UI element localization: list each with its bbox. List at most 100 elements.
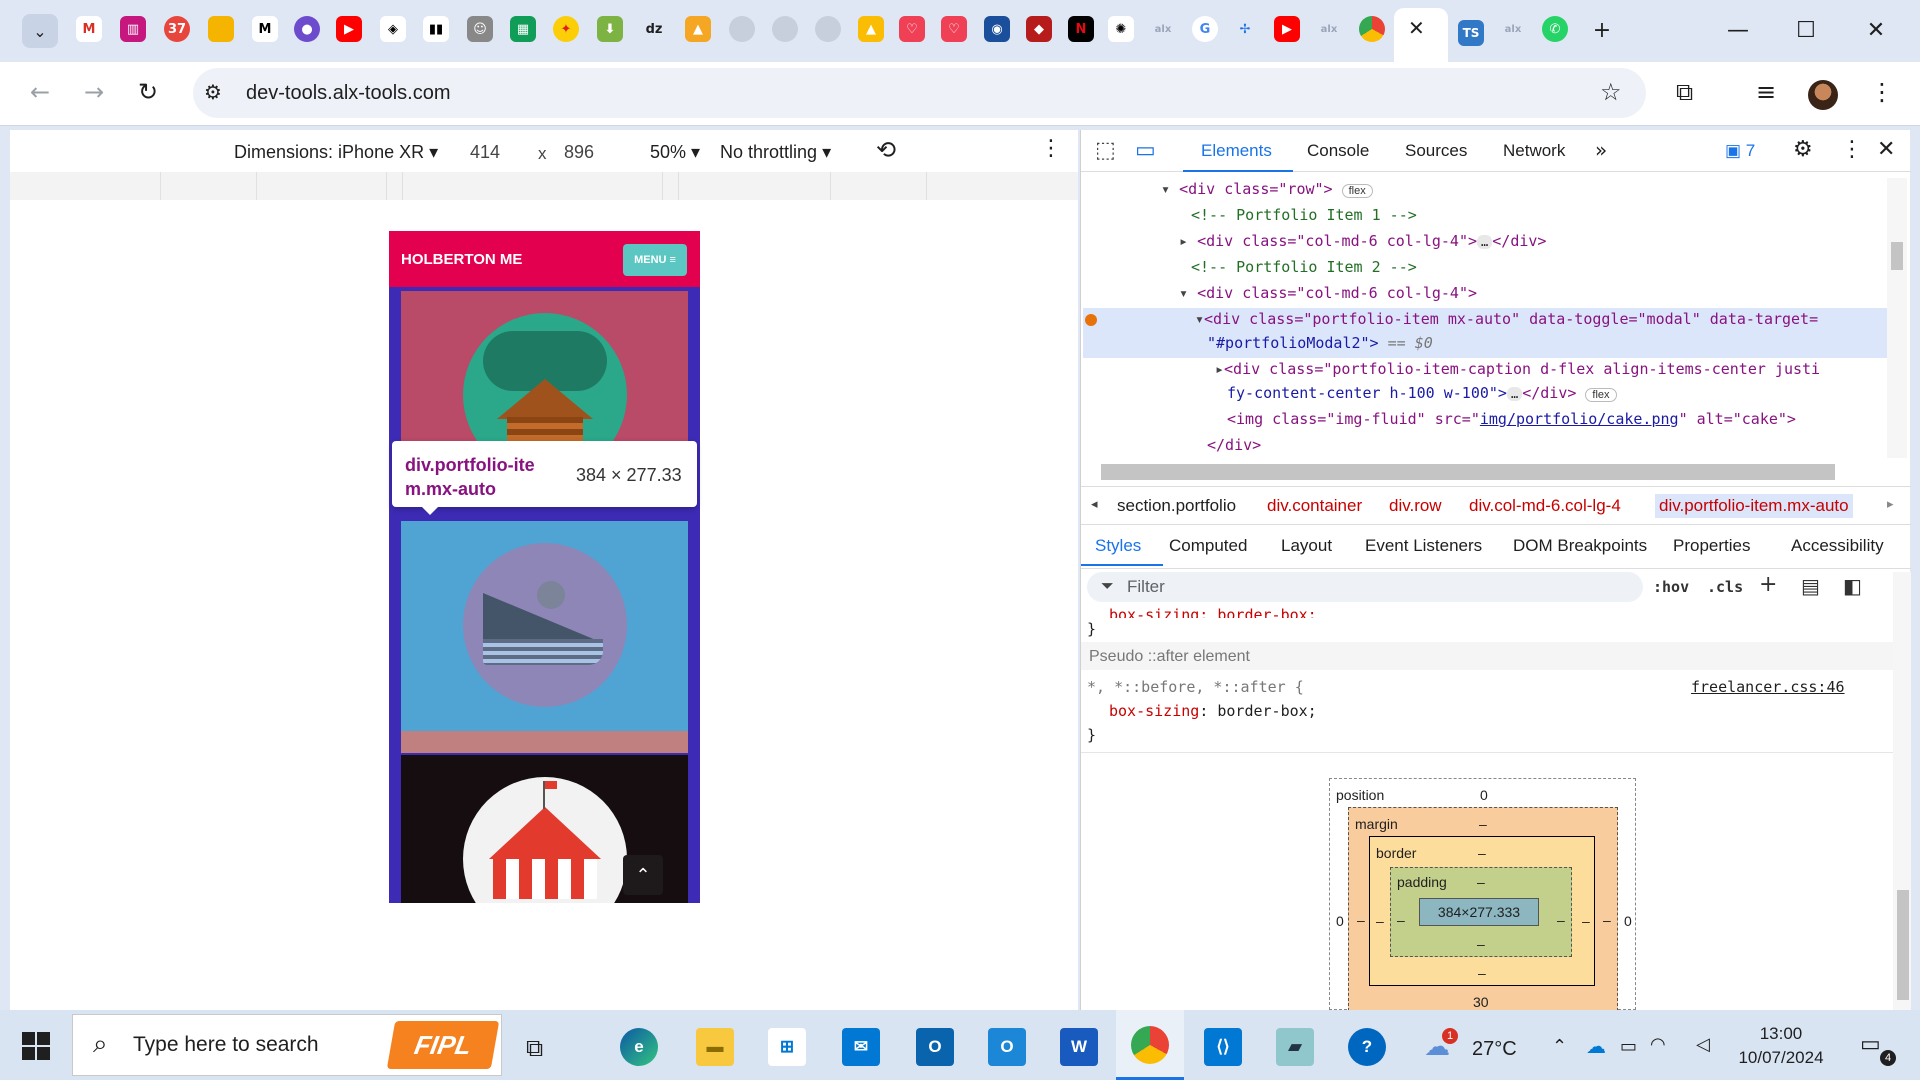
tab-search-button[interactable]: ⌄: [22, 14, 58, 48]
globe-org-icon[interactable]: ◉: [984, 16, 1010, 42]
netflix-icon[interactable]: N: [1068, 16, 1094, 42]
subtab-accessibility[interactable]: Accessibility: [1791, 536, 1884, 556]
box-padding[interactable]: padding – – – – 384×277.333: [1390, 867, 1572, 957]
pinwheel-icon[interactable]: ✢: [1232, 16, 1258, 42]
shell-icon[interactable]: ✦: [553, 16, 579, 42]
portfolio-item[interactable]: ⌃: [401, 755, 688, 903]
issues-counter[interactable]: ▣ 7: [1725, 141, 1755, 161]
box-border-left[interactable]: –: [1376, 913, 1384, 929]
new-tab-icon[interactable]: +: [1582, 14, 1622, 46]
portfolio-item-highlighted[interactable]: [401, 521, 688, 731]
device-more-icon[interactable]: ⋮: [1040, 136, 1062, 161]
dom-hscrollbar[interactable]: [1101, 464, 1835, 480]
box-margin-top[interactable]: –: [1479, 816, 1487, 832]
bookmark-star-icon[interactable]: ☆: [1600, 78, 1622, 106]
chrome-menu-icon[interactable]: ⋮: [1870, 78, 1894, 106]
box-position-right[interactable]: 0: [1624, 913, 1632, 929]
outlook-icon[interactable]: O: [916, 1028, 954, 1066]
github-icon[interactable]: [729, 16, 755, 42]
ellipsis-icon[interactable]: …: [1506, 387, 1523, 401]
github-icon-2[interactable]: [772, 16, 798, 42]
devtools-close-icon[interactable]: ✕: [1877, 137, 1895, 162]
dom-node-row[interactable]: ▸<div class="portfolio-item-caption d-fl…: [1215, 360, 1820, 378]
styles-filter-input[interactable]: ⏷ Filter: [1087, 572, 1643, 602]
breadcrumb-item[interactable]: div.row: [1389, 496, 1442, 516]
dom-scrollbar-thumb[interactable]: [1891, 242, 1903, 270]
dom-node-row[interactable]: ▾ <div class="col-md-6 col-lg-4">: [1179, 284, 1477, 302]
medium-icon[interactable]: M: [252, 16, 278, 42]
breadcrumb-item[interactable]: div.container: [1267, 496, 1362, 516]
hov-toggle[interactable]: :hov: [1653, 578, 1689, 596]
reload-icon[interactable]: ↻: [138, 78, 158, 106]
menu-button[interactable]: MENU ≡: [623, 244, 687, 276]
minimize-icon[interactable]: —: [1718, 14, 1758, 46]
box-border-bottom[interactable]: –: [1478, 965, 1486, 981]
site-settings-icon[interactable]: ⚙: [204, 80, 222, 104]
ellipsis-icon[interactable]: …: [1477, 235, 1493, 249]
edge-icon[interactable]: e: [620, 1028, 658, 1066]
throttling-select[interactable]: No throttling ▾: [720, 142, 831, 163]
codepen-icon[interactable]: ◈: [380, 16, 406, 42]
word-icon[interactable]: W: [1060, 1028, 1098, 1066]
dom-comment[interactable]: <!-- Portfolio Item 2 -->: [1191, 258, 1417, 276]
collapse-triangle-icon[interactable]: ▾: [1161, 180, 1170, 198]
chart-app-icon[interactable]: ▮▮: [423, 16, 449, 42]
dom-comment[interactable]: <!-- Portfolio Item 1 -->: [1191, 206, 1417, 224]
box-margin[interactable]: margin – – – 30 border – – – – padding –…: [1348, 807, 1618, 1011]
file-explorer-icon[interactable]: ▬: [696, 1028, 734, 1066]
img-src-link[interactable]: img/portfolio/cake.png: [1480, 410, 1679, 428]
rule-declaration[interactable]: box-sizing: border-box;: [1109, 702, 1317, 720]
box-content[interactable]: 384×277.333: [1419, 898, 1539, 926]
forward-icon[interactable]: →: [84, 78, 104, 106]
sidebar-toggle-icon[interactable]: ◧: [1843, 574, 1862, 598]
styles-scrollbar[interactable]: [1893, 572, 1911, 1010]
close-icon[interactable]: ✕: [1408, 16, 1425, 40]
dom-node-row[interactable]: ▸ <div class="col-md-6 col-lg-4">… </div>: [1179, 232, 1546, 250]
google-icon[interactable]: G: [1192, 16, 1218, 42]
expand-triangle-icon[interactable]: ▸: [1215, 360, 1224, 378]
extensions-icon[interactable]: ⧉: [1676, 78, 1693, 106]
tab-sources[interactable]: Sources: [1405, 141, 1467, 161]
youtube-icon[interactable]: ▶: [336, 16, 362, 42]
whatsapp-icon[interactable]: ✆: [1542, 16, 1568, 42]
styles-scrollbar-thumb[interactable]: [1897, 890, 1909, 1000]
dimensions-select[interactable]: Dimensions: iPhone XR ▾: [234, 142, 438, 163]
dom-node-close-row[interactable]: </div>: [1207, 436, 1261, 454]
tab-network[interactable]: Network: [1503, 141, 1565, 161]
breadcrumb-item[interactable]: div.col-md-6.col-lg-4: [1469, 496, 1621, 516]
portrait-icon[interactable]: ☺: [467, 16, 493, 42]
openai-icon[interactable]: ✺: [1108, 16, 1134, 42]
subtab-event-listeners[interactable]: Event Listeners: [1365, 536, 1482, 556]
subtab-layout[interactable]: Layout: [1281, 536, 1332, 556]
battery-icon[interactable]: ▭: [1620, 1036, 1637, 1057]
outlook-new-icon[interactable]: O: [988, 1028, 1026, 1066]
circle-app-icon[interactable]: ●: [294, 16, 320, 42]
avatar[interactable]: [1808, 80, 1838, 110]
mail-icon[interactable]: ✉: [842, 1028, 880, 1066]
breadcrumb-item-active[interactable]: div.portfolio-item.mx-auto: [1655, 494, 1853, 518]
start-windows-icon[interactable]: [22, 1032, 50, 1060]
box-border-right[interactable]: –: [1582, 913, 1590, 929]
task-view-icon[interactable]: ⧉: [526, 1034, 543, 1062]
box-margin-left[interactable]: –: [1357, 912, 1365, 928]
box-padding-top[interactable]: –: [1477, 874, 1485, 890]
typescript-icon[interactable]: TS: [1458, 20, 1484, 46]
devtools-settings-icon[interactable]: ⚙: [1793, 137, 1813, 162]
download-app-icon[interactable]: ⬇: [597, 16, 623, 42]
youtube-icon-2[interactable]: ▶: [1274, 16, 1300, 42]
drive-icon[interactable]: ▲: [858, 16, 884, 42]
vscode-icon[interactable]: ⟨⟩: [1204, 1028, 1242, 1066]
pocket-icon[interactable]: ♡: [899, 16, 925, 42]
alx-icon-2[interactable]: alx: [1316, 16, 1342, 42]
help-icon[interactable]: ?: [1348, 1028, 1386, 1066]
flex-badge[interactable]: flex: [1585, 388, 1617, 402]
subtab-styles[interactable]: Styles: [1081, 526, 1163, 566]
taskbar-chrome-active[interactable]: [1116, 1010, 1184, 1080]
url-text[interactable]: dev-tools.alx-tools.com: [246, 82, 451, 105]
expand-triangle-icon[interactable]: ▸: [1179, 232, 1188, 250]
box-border-top[interactable]: –: [1478, 845, 1486, 861]
dom-scrollbar[interactable]: [1887, 178, 1907, 458]
media-icon[interactable]: ≡: [1756, 78, 1776, 106]
width-input[interactable]: 414: [470, 142, 500, 163]
scroll-top-button[interactable]: ⌃: [623, 855, 663, 895]
